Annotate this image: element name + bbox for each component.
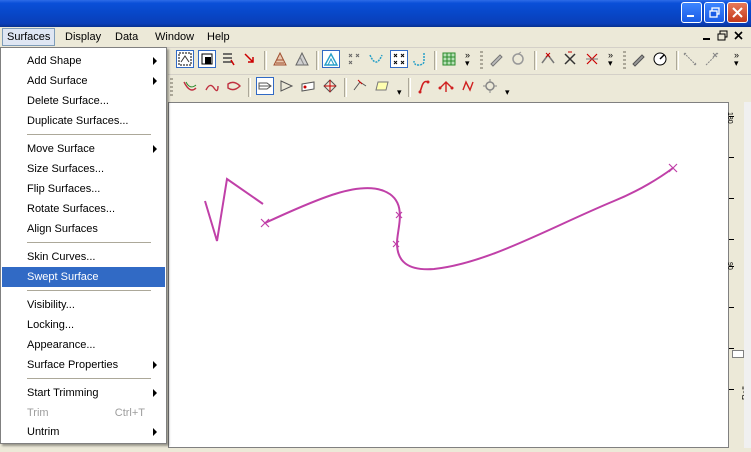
target-icon[interactable] bbox=[482, 78, 500, 96]
mdi-restore-icon[interactable] bbox=[717, 30, 728, 45]
ruler-label-90: 90 bbox=[726, 262, 733, 270]
red-curve-icon-1[interactable] bbox=[416, 78, 434, 96]
vertical-scrollbar[interactable] bbox=[744, 102, 751, 448]
control-points-icon[interactable] bbox=[390, 50, 408, 68]
menu-window[interactable]: Window bbox=[151, 29, 198, 45]
move-point-icon[interactable] bbox=[540, 51, 558, 69]
list-select-icon[interactable] bbox=[220, 51, 238, 69]
target-dropdown-icon[interactable]: ▾ bbox=[505, 88, 510, 97]
menu-separator bbox=[27, 242, 151, 243]
measure-icon[interactable] bbox=[682, 51, 700, 69]
curve-drawing[interactable] bbox=[169, 103, 729, 449]
menu-item-swept-surface[interactable]: Swept Surface bbox=[2, 267, 165, 287]
triangle-mesh-icon[interactable] bbox=[322, 50, 340, 68]
ruler-thumb[interactable] bbox=[732, 350, 744, 358]
red-curve-icon-3[interactable] bbox=[460, 78, 478, 96]
submenu-arrow-icon bbox=[153, 145, 157, 153]
flag-icon[interactable] bbox=[278, 78, 296, 96]
menu-surfaces[interactable]: Surfaces bbox=[2, 28, 56, 46]
surface-grid-icon[interactable] bbox=[272, 51, 290, 69]
minimize-icon[interactable] bbox=[681, 2, 702, 23]
select-surface-icon[interactable] bbox=[198, 50, 216, 68]
submenu-arrow-icon bbox=[153, 428, 157, 436]
restore-icon[interactable] bbox=[704, 2, 725, 23]
submenu-arrow-icon bbox=[153, 57, 157, 65]
menu-item-add-shape[interactable]: Add Shape bbox=[2, 51, 165, 71]
menu-item-locking[interactable]: Locking... bbox=[2, 315, 165, 335]
close-icon[interactable] bbox=[727, 2, 748, 23]
mdi-close-icon[interactable] bbox=[734, 30, 744, 45]
title-bar bbox=[0, 0, 751, 27]
menu-item-untrim[interactable]: Untrim bbox=[2, 422, 165, 442]
drawing-canvas[interactable] bbox=[168, 102, 728, 448]
menu-item-skin-curves[interactable]: Skin Curves... bbox=[2, 247, 165, 267]
curve-point-1 bbox=[260, 218, 270, 228]
snap-icon[interactable] bbox=[704, 51, 722, 69]
submenu-arrow-icon bbox=[153, 77, 157, 85]
curve-point-3 bbox=[392, 240, 400, 248]
menu-bar: Surfaces Display Data Window Help bbox=[0, 27, 751, 48]
menu-help[interactable]: Help bbox=[203, 29, 234, 45]
red-curve-icon-2[interactable] bbox=[438, 78, 456, 96]
menu-display[interactable]: Display bbox=[61, 29, 105, 45]
submenu-arrow-icon bbox=[153, 361, 157, 369]
toolbar-bottom: ▾ ▾ bbox=[168, 75, 751, 101]
curve-hook-icon[interactable] bbox=[412, 51, 430, 69]
gauge-icon[interactable] bbox=[652, 51, 670, 69]
select-points-icon[interactable] bbox=[176, 50, 194, 68]
menu-item-duplicate-surfaces[interactable]: Duplicate Surfaces... bbox=[2, 111, 165, 131]
menu-item-add-surface[interactable]: Add Surface bbox=[2, 71, 165, 91]
ruler-label-180: 180 bbox=[726, 112, 733, 124]
paint-icon[interactable] bbox=[630, 51, 648, 69]
menu-item-flip-surfaces[interactable]: Flip Surfaces... bbox=[2, 179, 165, 199]
menu-separator bbox=[27, 378, 151, 379]
rotate-view-icon[interactable] bbox=[510, 51, 528, 69]
window-controls bbox=[681, 2, 748, 23]
menu-item-delete-surface[interactable]: Delete Surface... bbox=[2, 91, 165, 111]
swept-curve bbox=[264, 167, 674, 271]
line-pick-icon[interactable] bbox=[352, 78, 370, 96]
toolbar-top: » ▾ » ▾ » ▾ bbox=[168, 48, 751, 75]
menu-data[interactable]: Data bbox=[111, 29, 142, 45]
sketch-zigzag bbox=[204, 177, 264, 242]
menu-item-align-surfaces[interactable]: Align Surfaces bbox=[2, 219, 165, 239]
diamond-icon[interactable] bbox=[322, 78, 340, 96]
submenu-arrow-icon bbox=[153, 389, 157, 397]
fan-surface-icon[interactable] bbox=[182, 78, 200, 96]
trim-shortcut: Ctrl+T bbox=[114, 407, 145, 419]
rotate-point-icon[interactable] bbox=[584, 51, 602, 69]
menu-item-size-surfaces[interactable]: Size Surfaces... bbox=[2, 159, 165, 179]
toolbar-more-icon-2[interactable]: » ▾ bbox=[608, 51, 613, 68]
mdi-minimize-icon[interactable] bbox=[702, 30, 712, 45]
roll-ruler[interactable]: 180 90 Roll bbox=[726, 102, 750, 448]
arrow-pick-icon[interactable] bbox=[242, 51, 260, 69]
wave-surface-icon[interactable] bbox=[204, 78, 222, 96]
grid-icon[interactable] bbox=[441, 51, 459, 69]
menu-item-visibility[interactable]: Visibility... bbox=[2, 295, 165, 315]
menu-separator bbox=[27, 134, 151, 135]
menu-item-rotate-surfaces[interactable]: Rotate Surfaces... bbox=[2, 199, 165, 219]
menu-item-move-surface[interactable]: Move Surface bbox=[2, 139, 165, 159]
loft-surface-icon[interactable] bbox=[226, 78, 244, 96]
curve-cup-icon[interactable] bbox=[368, 51, 386, 69]
menu-separator bbox=[27, 290, 151, 291]
menu-item-start-trimming[interactable]: Start Trimming bbox=[2, 383, 165, 403]
section-icon[interactable] bbox=[256, 77, 274, 95]
menu-item-appearance[interactable]: Appearance... bbox=[2, 335, 165, 355]
surfaces-menu: Add Shape Add Surface Delete Surface... … bbox=[0, 47, 167, 444]
surface-shade-icon[interactable] bbox=[294, 51, 312, 69]
cross-points-icon[interactable] bbox=[346, 51, 364, 69]
plane-icon[interactable] bbox=[374, 78, 392, 96]
curve-point-4 bbox=[668, 163, 678, 173]
toolbar-more-icon-3[interactable]: » ▾ bbox=[734, 51, 739, 68]
panel-icon[interactable] bbox=[300, 78, 318, 96]
menu-item-trim: Trim Ctrl+T bbox=[2, 403, 165, 423]
plane-dropdown-icon[interactable]: ▾ bbox=[397, 88, 402, 97]
toolbar-more-icon[interactable]: » ▾ bbox=[465, 51, 470, 68]
menu-item-surface-properties[interactable]: Surface Properties bbox=[2, 355, 165, 375]
scale-point-icon[interactable] bbox=[562, 51, 580, 69]
pencil-icon[interactable] bbox=[488, 51, 506, 69]
